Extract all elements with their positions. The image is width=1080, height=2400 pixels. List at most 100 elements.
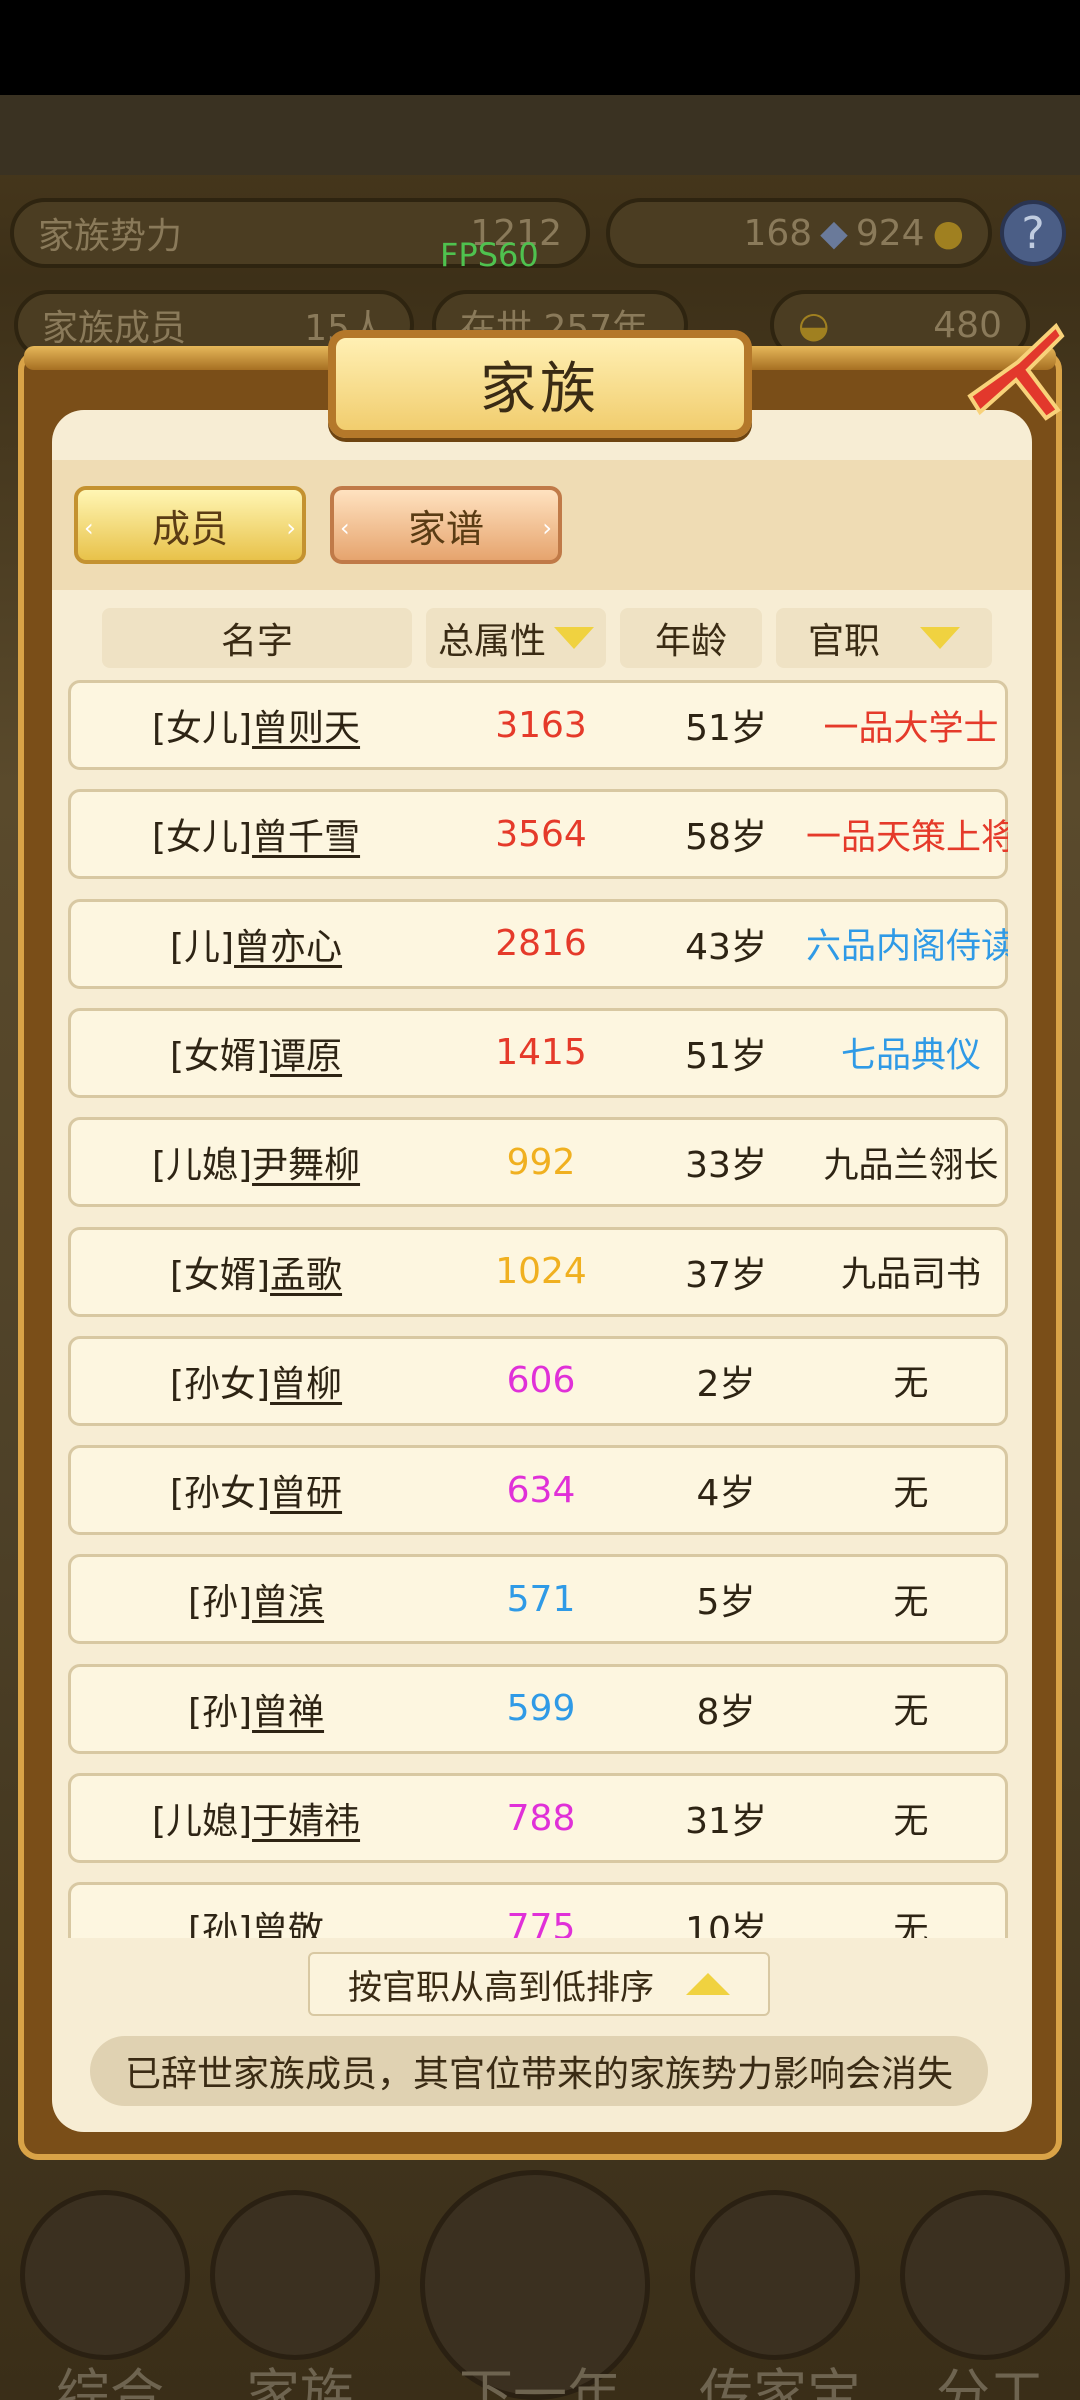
member-row[interactable]: [孙] 曾禅 599 8岁 无 xyxy=(68,1663,1008,1754)
house-icon xyxy=(210,2190,380,2360)
member-relation: [孙女] xyxy=(169,1363,271,1405)
dialog-title: 家族 xyxy=(480,356,600,422)
help-button[interactable]: ? xyxy=(1000,200,1066,266)
member-age: 43岁 xyxy=(685,926,767,968)
member-row[interactable]: [孙] 曾滨 571 5岁 无 xyxy=(68,1554,1008,1645)
tab-label: 成员 xyxy=(151,506,228,551)
member-office: 无 xyxy=(893,1582,929,1623)
member-relation: [孙女] xyxy=(169,1473,271,1515)
member-name-link[interactable]: 曾则天 xyxy=(252,699,360,751)
nav-heirloom[interactable]: 传家宝 xyxy=(680,2190,861,2400)
sort-up-icon xyxy=(686,1973,730,1995)
member-relation: [孙] xyxy=(187,1910,253,1938)
member-name-link[interactable]: 曾禅 xyxy=(252,1683,324,1735)
member-row[interactable]: [儿媳] 尹舞柳 992 33岁 九品兰翎长 xyxy=(68,1117,1008,1208)
member-name-cell: [儿] 曾亦心 xyxy=(71,902,441,986)
header-office-sort[interactable]: 官职 xyxy=(776,608,992,668)
tab-label: 家谱 xyxy=(407,506,484,551)
tab-members[interactable]: ‹ 成员 › xyxy=(74,486,306,564)
member-relation: [孙] xyxy=(187,1582,253,1624)
member-name-link[interactable]: 曾千雪 xyxy=(252,808,360,860)
header-label: 总属性 xyxy=(437,621,546,662)
member-name-link[interactable]: 谭原 xyxy=(270,1027,342,1079)
member-name-cell: [孙] 曾滨 xyxy=(71,1557,441,1641)
close-icon xyxy=(967,322,1065,421)
bottom-nav: 综合 家族 下一年 传家宝 分工 xyxy=(0,2160,1080,2400)
chevron-right-icon: › xyxy=(542,514,552,542)
resource1-value: 168 xyxy=(743,212,813,254)
member-name-cell: [儿媳] 尹舞柳 xyxy=(71,1120,441,1204)
member-attr: 571 xyxy=(506,1578,576,1620)
nav-next-year[interactable]: 下一年 xyxy=(420,2170,650,2400)
member-relation: [儿媳] xyxy=(151,1145,253,1187)
close-button[interactable] xyxy=(958,318,1068,428)
resource2-value: 924 xyxy=(855,212,925,254)
header-label: 年龄 xyxy=(654,621,727,662)
member-attr: 2816 xyxy=(495,923,587,965)
member-relation: [女婿] xyxy=(169,1254,271,1296)
member-relation: [女婿] xyxy=(169,1035,271,1077)
tab-bar: ‹ 成员 › ‹ 家谱 › xyxy=(52,460,1032,590)
member-row[interactable]: [孙] 曾敬 775 10岁 无 xyxy=(68,1882,1008,1938)
member-name-link[interactable]: 曾柳 xyxy=(270,1355,342,1407)
member-name-link[interactable]: 尹舞柳 xyxy=(252,1136,360,1188)
member-list[interactable]: [女儿] 曾则天 3163 51岁 一品大学士 [女儿] 曾千雪 3564 58岁 一品天策上将[… xyxy=(68,680,1008,1938)
top-strip xyxy=(0,95,1080,175)
nav-work[interactable]: 分工 xyxy=(890,2190,1070,2400)
member-office: 一品天策上将 xyxy=(806,817,1008,858)
member-row[interactable]: [女婿] 孟歌 1024 37岁 九品司书 xyxy=(68,1226,1008,1317)
member-name-cell: [孙] 曾禅 xyxy=(71,1667,441,1751)
member-row[interactable]: [孙女] 曾研 634 4岁 无 xyxy=(68,1445,1008,1536)
member-name-link[interactable]: 曾亦心 xyxy=(234,918,342,970)
notice-text: 已辞世家族成员，其官位带来的家族势力影响会消失 xyxy=(124,2054,953,2095)
member-relation: [女儿] xyxy=(151,817,253,859)
header-label: 名字 xyxy=(220,621,293,662)
member-row[interactable]: [儿媳] 于婧祎 788 31岁 无 xyxy=(68,1773,1008,1863)
member-name-link[interactable]: 曾敬 xyxy=(252,1901,324,1938)
nav-label: 分工 xyxy=(936,2363,1044,2400)
member-name-link[interactable]: 于婧祎 xyxy=(252,1792,360,1844)
silver-icon: ◆ xyxy=(820,212,848,254)
member-row[interactable]: [女婿] 谭原 1415 51岁 七品典仪 xyxy=(68,1007,1008,1098)
member-age: 33岁 xyxy=(685,1145,767,1187)
chevron-right-icon: › xyxy=(286,514,296,542)
member-name-cell: [孙女] 曾研 xyxy=(71,1448,441,1532)
member-name-link[interactable]: 曾研 xyxy=(270,1464,342,1516)
member-row[interactable]: [女儿] 曾千雪 3564 58岁 一品天策上将 xyxy=(68,789,1008,880)
member-name-cell: [孙女] 曾柳 xyxy=(71,1339,441,1423)
member-row[interactable]: [儿] 曾亦心 2816 43岁 六品内阁侍读 xyxy=(68,898,1008,989)
member-row[interactable]: [孙女] 曾柳 606 2岁 无 xyxy=(68,1335,1008,1426)
member-attr: 775 xyxy=(506,1906,576,1938)
member-relation: [女儿] xyxy=(151,708,253,749)
member-attr: 3564 xyxy=(495,813,587,855)
table-header: 名字 总属性 年龄 官职 xyxy=(102,608,992,668)
nav-clan[interactable]: 家族 xyxy=(200,2190,380,2400)
member-name-link[interactable]: 孟歌 xyxy=(270,1246,342,1298)
tab-genealogy[interactable]: ‹ 家谱 › xyxy=(330,486,562,564)
member-name-cell: [女婿] 谭原 xyxy=(71,1011,441,1095)
member-age: 51岁 xyxy=(685,708,767,749)
coin-icon: ● xyxy=(932,212,964,254)
member-age: 51岁 xyxy=(685,1035,767,1077)
member-attr: 3163 xyxy=(495,704,587,746)
header-attr-sort[interactable]: 总属性 xyxy=(426,608,606,668)
member-office: 六品内阁侍读 xyxy=(806,927,1008,968)
member-attr: 1415 xyxy=(495,1032,587,1074)
member-row[interactable]: [女儿] 曾则天 3163 51岁 一品大学士 xyxy=(68,680,1008,770)
nav-general[interactable]: 综合 xyxy=(10,2190,190,2400)
member-office: 无 xyxy=(893,1364,929,1405)
member-age: 4岁 xyxy=(696,1473,756,1515)
member-attr: 634 xyxy=(506,1469,576,1511)
header-age: 年龄 xyxy=(620,608,762,668)
member-office: 无 xyxy=(893,1473,929,1514)
member-name-cell: [女儿] 曾则天 xyxy=(71,683,441,767)
help-icon: ? xyxy=(1021,207,1045,259)
member-relation: [孙] xyxy=(187,1691,253,1733)
sort-button[interactable]: 按官职从高到低排序 xyxy=(308,1952,770,2016)
member-age: 5岁 xyxy=(696,1582,756,1624)
member-name-cell: [女婿] 孟歌 xyxy=(71,1230,441,1314)
member-name-link[interactable]: 曾滨 xyxy=(252,1573,324,1625)
member-age: 31岁 xyxy=(685,1801,767,1842)
member-age: 2岁 xyxy=(696,1363,756,1405)
member-office: 无 xyxy=(893,1692,929,1733)
